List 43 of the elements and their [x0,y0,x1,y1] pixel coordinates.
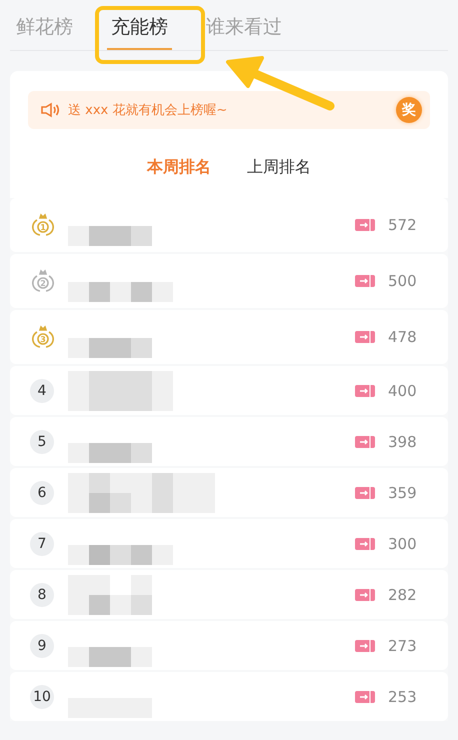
rank-medal: 2 [30,268,56,294]
ranking-row[interactable]: 6 359 [10,468,448,517]
ranking-row[interactable]: 5 398 [10,417,448,466]
ranking-row[interactable]: 3 478 [10,310,448,364]
ticket-icon [354,274,376,288]
ranking-row[interactable]: 8 282 [10,570,448,619]
ranking-row[interactable]: 9 273 [10,621,448,670]
ranking-row[interactable]: 4 400 [10,366,448,415]
ticket-icon [354,690,376,704]
ranking-row[interactable]: 2 500 [10,254,448,308]
ticket-icon [354,588,376,602]
rank-medal: 3 [30,324,56,350]
ticket-icon [354,330,376,344]
score: 300 [388,534,418,552]
rank-medal: 1 [30,212,56,238]
rank-number: 9 [30,634,54,658]
ticket-icon [354,218,376,232]
score: 273 [388,636,418,654]
period-tab[interactable]: 上周排名 [247,157,311,178]
ticket-icon [354,384,376,398]
notice-text: 送 xxx 花就有机会上榜喔~ [68,102,228,119]
score: 400 [388,382,418,400]
score: 398 [388,432,418,450]
ticket-icon [354,486,376,500]
ticket-icon [354,434,376,448]
score: 253 [388,688,418,706]
rank-number: 4 [30,378,54,402]
score: 282 [388,586,418,604]
rank-number: 7 [30,532,54,556]
ticket-icon [354,536,376,550]
score: 359 [388,484,418,502]
ticket-icon [354,638,376,652]
score: 572 [388,216,418,234]
ranking-row[interactable]: 10 253 [10,672,448,721]
ranking-row[interactable]: 1 572 [10,198,448,252]
score: 478 [388,328,418,346]
rank-number: 6 [30,480,54,504]
score: 500 [388,272,418,290]
speaker-icon [40,102,60,118]
rank-number: 10 [30,684,54,708]
rank-number: 5 [30,430,54,454]
ranking-row[interactable]: 7 300 [10,519,448,568]
rank-number: 8 [30,582,54,606]
